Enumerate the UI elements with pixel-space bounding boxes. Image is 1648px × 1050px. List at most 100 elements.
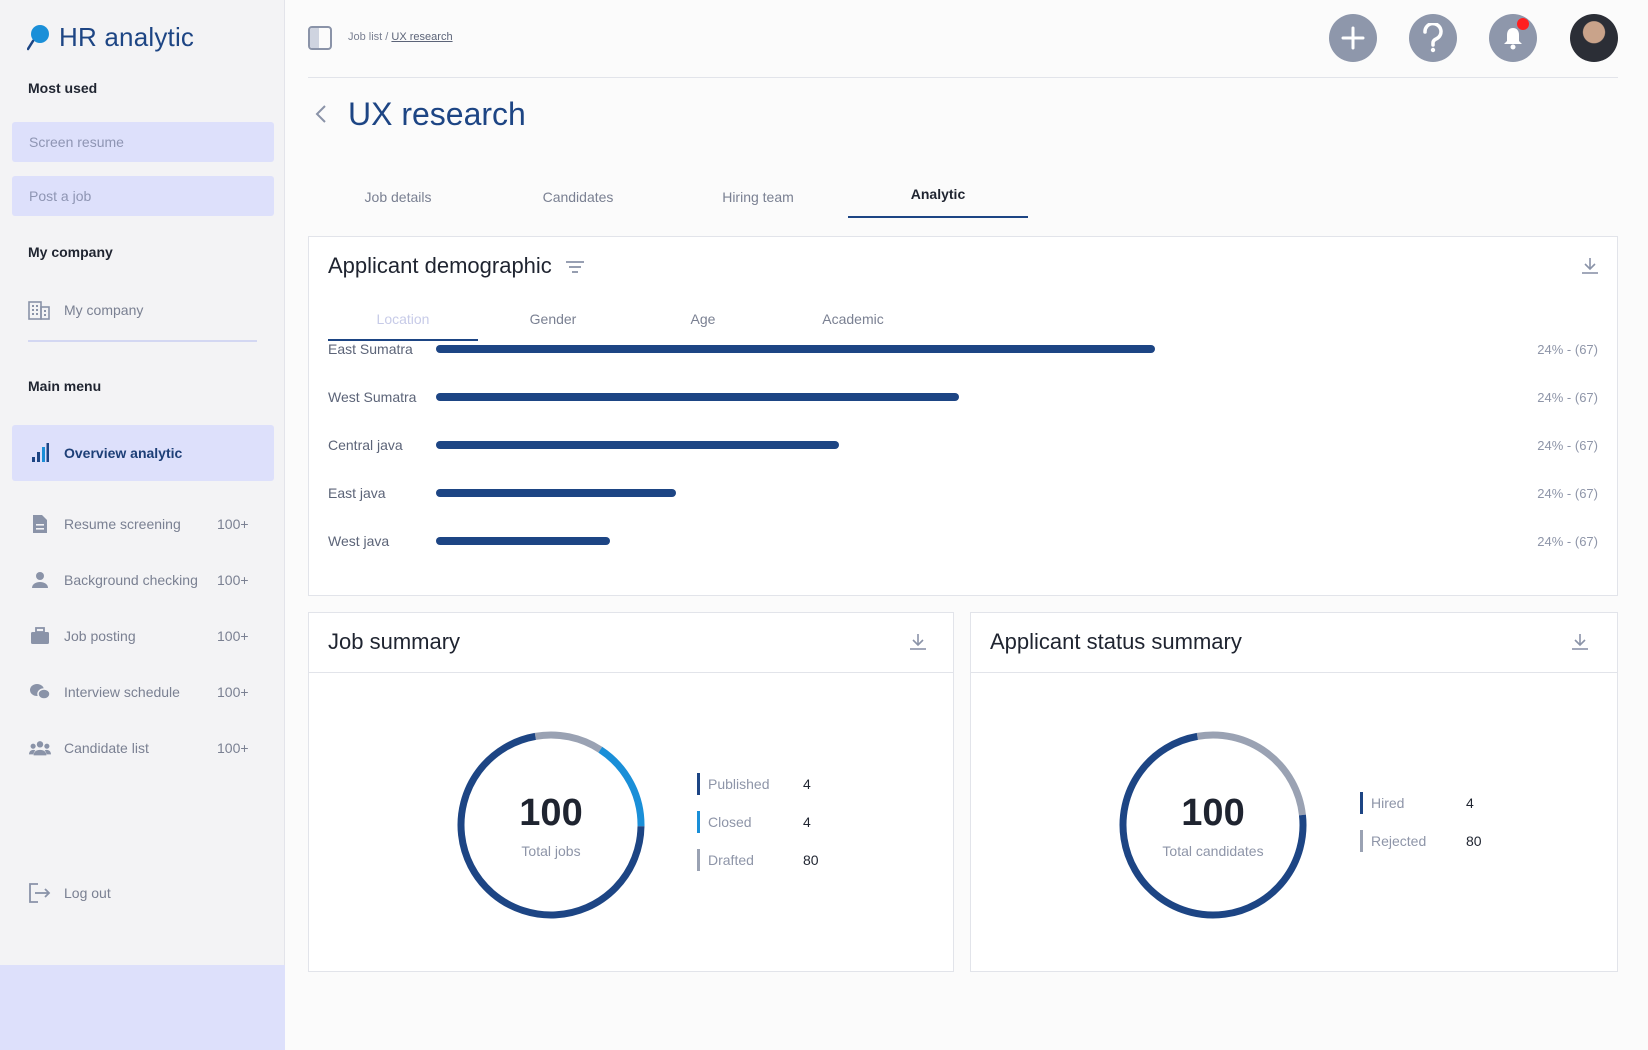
bar[interactable]	[436, 489, 676, 497]
sidebar-item-label: Background checking	[64, 572, 198, 588]
bar-value-label: 24% - (67)	[1537, 389, 1598, 405]
app-logo[interactable]: HR analytic	[26, 22, 195, 53]
bar-track	[436, 345, 1526, 353]
card-title: Job summary	[328, 629, 461, 654]
download-icon[interactable]	[1571, 633, 1589, 651]
bar-row: Central java 24% - (67)	[328, 435, 1598, 455]
briefcase-icon	[29, 625, 51, 647]
applicant-demographic-card: Applicant demographic Location Gender Ag…	[308, 236, 1618, 596]
sidebar-item-overview-analytic[interactable]: Overview analytic	[12, 425, 274, 481]
legend-swatch	[697, 811, 700, 833]
sidebar-item-count: 100+	[217, 572, 249, 588]
sidebar: HR analytic Most used Screen resume Post…	[0, 0, 285, 1050]
job-summary-card: Job summary 100 Total jobs Published 4 C…	[308, 612, 954, 972]
group-icon	[29, 737, 51, 759]
my-company-label: My company	[64, 302, 144, 318]
my-company-heading: My company	[28, 244, 113, 260]
help-button[interactable]	[1409, 14, 1457, 62]
person-icon	[29, 569, 51, 591]
download-icon[interactable]	[1581, 257, 1599, 275]
bar-value-label: 24% - (67)	[1537, 437, 1598, 453]
header-divider	[308, 77, 1618, 78]
bar-category-label: East java	[328, 485, 386, 501]
legend-swatch	[1360, 792, 1363, 814]
app-name: HR analytic	[59, 22, 195, 52]
logout-button[interactable]: Log out	[12, 865, 274, 921]
add-button[interactable]	[1329, 14, 1377, 62]
sidebar-item-job-posting[interactable]: Job posting 100+	[12, 608, 274, 664]
notification-dot	[1517, 18, 1529, 30]
legend-value: 80	[803, 852, 819, 868]
sidebar-item-count: 100+	[217, 628, 249, 644]
legend-item: Drafted 80	[697, 849, 819, 871]
bar-value-label: 24% - (67)	[1537, 533, 1598, 549]
sidebar-item-background-checking[interactable]: Background checking 100+	[12, 552, 274, 608]
my-company-link[interactable]: My company	[28, 300, 143, 320]
job-summary-donut: 100 Total jobs	[449, 723, 653, 927]
applicant-status-donut: 100 Total candidates	[1111, 723, 1315, 927]
tab-analytic[interactable]: Analytic	[848, 176, 1028, 218]
total-jobs-value: 100	[519, 791, 583, 834]
back-arrow-icon[interactable]	[314, 102, 328, 126]
breadcrumb-parent-link[interactable]: Job list	[348, 31, 382, 43]
tab-gender[interactable]: Gender	[478, 297, 628, 341]
donut-center: 100 Total candidates	[1111, 723, 1315, 927]
sidebar-item-candidate-list[interactable]: Candidate list 100+	[12, 720, 274, 776]
legend-label: Hired	[1371, 795, 1405, 811]
bar-row: West java 24% - (67)	[328, 531, 1598, 551]
bar-track	[436, 393, 1526, 401]
bar-category-label: East Sumatra	[328, 341, 413, 357]
filter-icon[interactable]	[565, 254, 584, 280]
sidebar-toggle-button[interactable]	[308, 26, 332, 50]
bar-value-label: 24% - (67)	[1537, 341, 1598, 357]
legend-label: Drafted	[708, 852, 754, 868]
sidebar-item-resume-screening[interactable]: Resume screening 100+	[12, 496, 274, 552]
bar[interactable]	[436, 393, 959, 401]
tab-candidates[interactable]: Candidates	[488, 176, 668, 218]
bar-category-label: Central java	[328, 437, 403, 453]
legend-value: 4	[803, 814, 811, 830]
bar-row: East java 24% - (67)	[328, 483, 1598, 503]
tab-age[interactable]: Age	[628, 297, 778, 341]
bar-category-label: West Sumatra	[328, 389, 417, 405]
download-icon[interactable]	[909, 633, 927, 651]
most-used-heading: Most used	[28, 80, 98, 96]
legend-item: Hired 4	[1360, 792, 1482, 814]
help-icon	[1422, 23, 1444, 53]
notifications-button[interactable]	[1489, 14, 1537, 62]
avatar[interactable]	[1570, 14, 1618, 62]
sidebar-item-count: 100+	[217, 740, 249, 756]
bar[interactable]	[436, 537, 610, 545]
applicant-status-card: Applicant status summary 100 Total candi…	[970, 612, 1618, 972]
tab-job-details[interactable]: Job details	[308, 176, 488, 218]
tab-location[interactable]: Location	[328, 297, 478, 341]
building-icon	[28, 300, 50, 320]
legend-value: 4	[1466, 795, 1474, 811]
legend-swatch	[697, 773, 700, 795]
applicant-status-legend: Hired 4 Rejected 80	[1360, 792, 1482, 868]
sidebar-item-interview-schedule[interactable]: Interview schedule 100+	[12, 664, 274, 720]
divider	[971, 672, 1617, 673]
legend-item: Closed 4	[697, 811, 819, 833]
tab-academic[interactable]: Academic	[778, 297, 928, 341]
tab-hiring-team[interactable]: Hiring team	[668, 176, 848, 218]
legend-swatch	[1360, 830, 1363, 852]
sidebar-item-label: Interview schedule	[64, 684, 180, 700]
bar[interactable]	[436, 345, 1155, 353]
total-candidates-value: 100	[1181, 791, 1245, 834]
bar[interactable]	[436, 441, 839, 449]
screen-resume-button[interactable]: Screen resume	[12, 122, 274, 162]
bar-row: West Sumatra 24% - (67)	[328, 387, 1598, 407]
breadcrumb-current-link[interactable]: UX research	[391, 31, 452, 43]
logout-label: Log out	[64, 885, 111, 901]
post-job-button[interactable]: Post a job	[12, 176, 274, 216]
bar-track	[436, 537, 1526, 545]
total-jobs-label: Total jobs	[521, 842, 581, 859]
job-tabs: Job details Candidates Hiring team Analy…	[308, 176, 1028, 218]
legend-label: Closed	[708, 814, 752, 830]
sidebar-item-count: 100+	[217, 684, 249, 700]
divider	[28, 340, 257, 342]
sidebar-footer	[0, 965, 285, 1050]
legend-item: Rejected 80	[1360, 830, 1482, 852]
legend-swatch	[697, 849, 700, 871]
